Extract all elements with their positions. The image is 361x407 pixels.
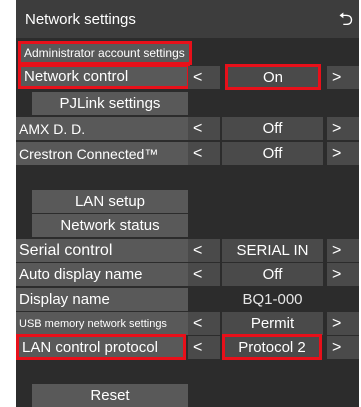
admin-account-settings-button[interactable]: Administrator account settings — [18, 41, 192, 65]
auto-display-name-label[interactable]: Auto display name — [16, 263, 188, 286]
amx-dd-right-arrow[interactable]: > — [327, 117, 359, 140]
network-status-button[interactable]: Network status — [32, 214, 188, 237]
lan-control-protocol-value[interactable]: Protocol 2 — [222, 334, 322, 360]
serial-control-left-arrow[interactable]: < — [188, 239, 220, 262]
network-control-left-arrow[interactable]: < — [188, 66, 220, 89]
title-bar: Network settings ⮌ — [16, 0, 359, 38]
auto-display-name-left-arrow[interactable]: < — [188, 263, 220, 286]
crestron-right-arrow[interactable]: > — [327, 142, 359, 165]
network-control-value[interactable]: On — [225, 64, 321, 90]
network-control-right-arrow[interactable]: > — [327, 66, 359, 89]
crestron-value[interactable]: Off — [222, 142, 323, 165]
network-control-label[interactable]: Network control — [18, 64, 190, 89]
window-title: Network settings — [25, 11, 136, 28]
crestron-connected-label[interactable]: Crestron Connected™ — [16, 142, 188, 165]
amx-dd-value[interactable]: Off — [222, 117, 323, 140]
network-settings-panel: Network settings ⮌ Administrator account… — [16, 0, 359, 407]
display-name-value: BQ1-000 — [242, 291, 303, 308]
display-name-label[interactable]: Display name — [16, 288, 188, 311]
lan-setup-button[interactable]: LAN setup — [32, 190, 188, 213]
lan-control-protocol-left-arrow[interactable]: < — [188, 336, 220, 359]
auto-display-name-right-arrow[interactable]: > — [327, 263, 359, 286]
usb-memory-right-arrow[interactable]: > — [327, 312, 359, 335]
amx-dd-label[interactable]: AMX D. D. — [16, 117, 188, 140]
usb-memory-network-settings-label[interactable]: USB memory network settings — [16, 312, 188, 335]
pjlink-settings-button[interactable]: PJLink settings — [32, 92, 188, 115]
return-arrow-icon[interactable]: ⮌ — [339, 7, 353, 37]
usb-memory-left-arrow[interactable]: < — [188, 312, 220, 335]
reset-button[interactable]: Reset — [32, 384, 188, 407]
auto-display-name-value[interactable]: Off — [222, 263, 323, 286]
serial-control-label[interactable]: Serial control — [16, 239, 188, 262]
lan-control-protocol-right-arrow[interactable]: > — [327, 336, 359, 359]
amx-dd-left-arrow[interactable]: < — [188, 117, 220, 140]
serial-control-right-arrow[interactable]: > — [327, 239, 359, 262]
lan-control-protocol-label[interactable]: LAN control protocol — [16, 334, 186, 360]
usb-memory-value[interactable]: Permit — [222, 312, 323, 335]
crestron-left-arrow[interactable]: < — [188, 142, 220, 165]
serial-control-value[interactable]: SERIAL IN — [222, 239, 323, 262]
